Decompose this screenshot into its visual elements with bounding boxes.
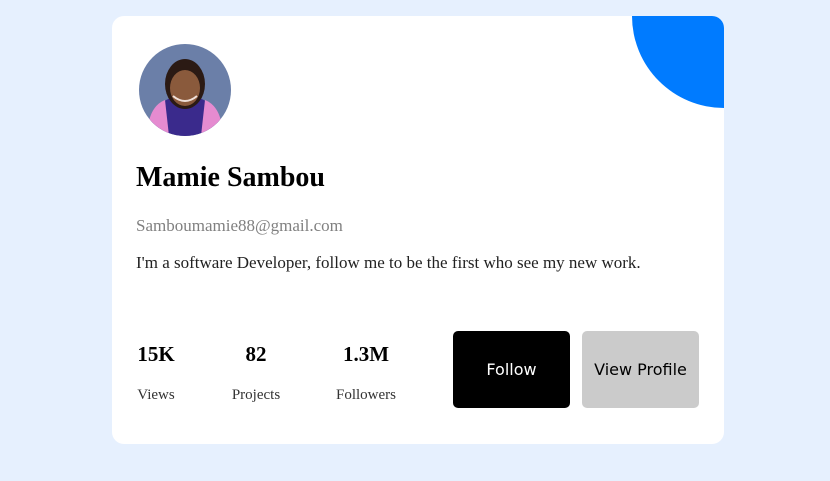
- view-profile-button[interactable]: View Profile: [582, 331, 699, 408]
- stat-label: Views: [137, 387, 175, 403]
- stat-projects: 82 Projects: [224, 341, 288, 404]
- stat-value: 82: [245, 342, 267, 366]
- profile-name: Mamie Sambou: [136, 162, 325, 193]
- avatar: [139, 44, 231, 136]
- stat-followers: 1.3M Followers: [330, 341, 402, 404]
- corner-accent: [632, 16, 724, 108]
- stat-label: Followers: [336, 387, 396, 403]
- profile-card: Mamie Sambou Samboumamie88@gmail.com I'm…: [112, 16, 724, 444]
- profile-bio: I'm a software Developer, follow me to b…: [136, 253, 641, 272]
- stat-label: Projects: [231, 387, 281, 403]
- stat-value: 1.3M: [342, 342, 390, 366]
- stat-value: 15K: [137, 342, 175, 366]
- follow-button[interactable]: Follow: [453, 331, 570, 408]
- stat-views: 15K Views: [128, 341, 184, 404]
- profile-email: Samboumamie88@gmail.com: [136, 216, 343, 235]
